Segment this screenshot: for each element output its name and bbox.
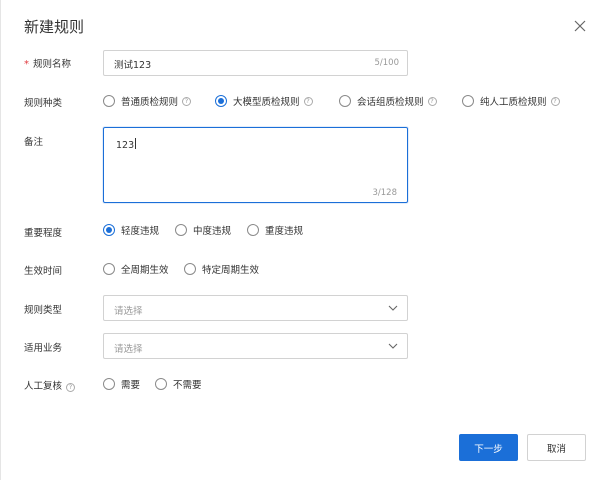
radio-circle[interactable]	[462, 95, 474, 107]
rule-type-label: 规则类型	[24, 305, 63, 316]
radio-llm-rule[interactable]: 大模型质检规则?	[215, 94, 313, 108]
radio-circle[interactable]	[103, 95, 115, 107]
rule-kind-label: 规则种类	[24, 98, 63, 109]
radio-circle[interactable]	[103, 378, 115, 390]
radio-severe-violation[interactable]: 重度违规	[247, 223, 303, 237]
close-icon[interactable]	[573, 19, 587, 33]
radio-circle[interactable]	[215, 95, 227, 107]
remark-count: 3/128	[372, 188, 398, 198]
radio-normal-rule[interactable]: 普通质检规则?	[103, 94, 192, 108]
remark-textarea[interactable]: 123 3/128	[103, 127, 408, 203]
dialog-title: 新建规则	[24, 18, 85, 36]
rule-type-placeholder: 请选择	[114, 306, 143, 317]
rule-name-input[interactable]: 测试123 5/100	[103, 50, 408, 76]
next-button[interactable]: 下一步	[459, 434, 518, 461]
effective-time-label: 生效时间	[24, 266, 63, 277]
rule-name-value: 测试123	[114, 60, 152, 71]
remark-value: 123	[116, 138, 137, 151]
radio-circle[interactable]	[175, 224, 187, 236]
radio-moderate-violation[interactable]: 中度违规	[175, 223, 231, 237]
radio-circle[interactable]	[103, 263, 115, 275]
manual-review-label: 人工复核?	[24, 378, 76, 392]
radio-circle[interactable]	[103, 224, 115, 236]
radio-specific-period[interactable]: 特定周期生效	[184, 262, 259, 276]
chevron-down-icon	[388, 343, 398, 349]
help-icon[interactable]: ?	[303, 96, 313, 106]
radio-minor-violation[interactable]: 轻度违规	[103, 223, 159, 237]
radio-full-period[interactable]: 全周期生效	[103, 262, 169, 276]
radio-session-group-rule[interactable]: 会话组质检规则?	[339, 94, 437, 108]
rule-name-label: * 规则名称	[24, 59, 72, 70]
new-rule-dialog: 新建规则 * 规则名称 测试123 5/100 规则种类 普通质检规则? 大模型质…	[0, 0, 606, 480]
radio-review-needed[interactable]: 需要	[103, 377, 140, 391]
remark-label: 备注	[24, 137, 44, 148]
radio-circle[interactable]	[247, 224, 259, 236]
help-icon[interactable]: ?	[66, 383, 76, 392]
radio-review-not-needed[interactable]: 不需要	[155, 377, 202, 391]
help-icon[interactable]: ?	[182, 96, 192, 106]
chevron-down-icon	[388, 305, 398, 311]
business-placeholder: 请选择	[114, 344, 143, 355]
cancel-button[interactable]: 取消	[527, 434, 586, 461]
business-select[interactable]: 请选择	[103, 333, 408, 359]
radio-circle[interactable]	[184, 263, 196, 275]
rule-name-count: 5/100	[374, 58, 400, 68]
required-mark: *	[24, 59, 29, 70]
radio-circle[interactable]	[155, 378, 167, 390]
rule-type-select[interactable]: 请选择	[103, 295, 408, 321]
importance-label: 重要程度	[24, 228, 63, 239]
radio-circle[interactable]	[339, 95, 351, 107]
business-label: 适用业务	[24, 343, 63, 354]
help-icon[interactable]: ?	[427, 96, 437, 106]
radio-manual-rule[interactable]: 纯人工质检规则?	[462, 94, 560, 108]
help-icon[interactable]: ?	[550, 96, 560, 106]
